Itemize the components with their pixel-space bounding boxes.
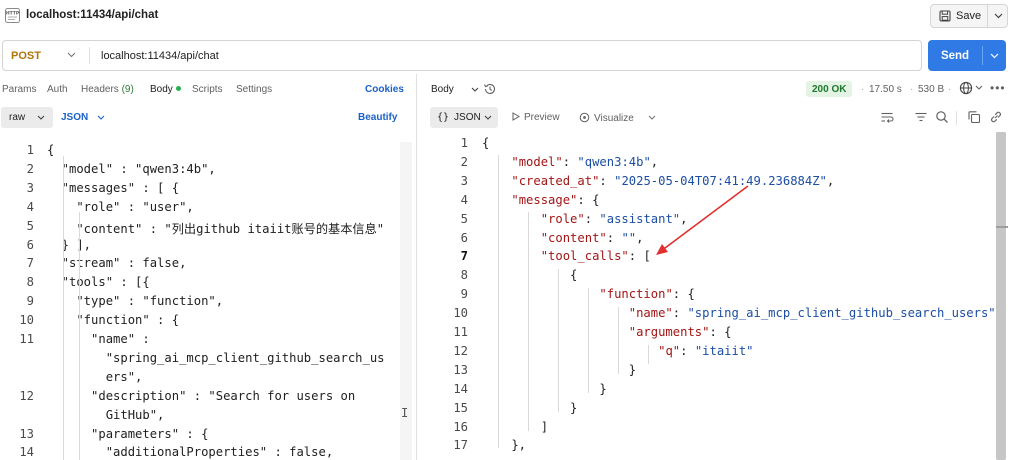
annotation-arrow [656,185,749,255]
